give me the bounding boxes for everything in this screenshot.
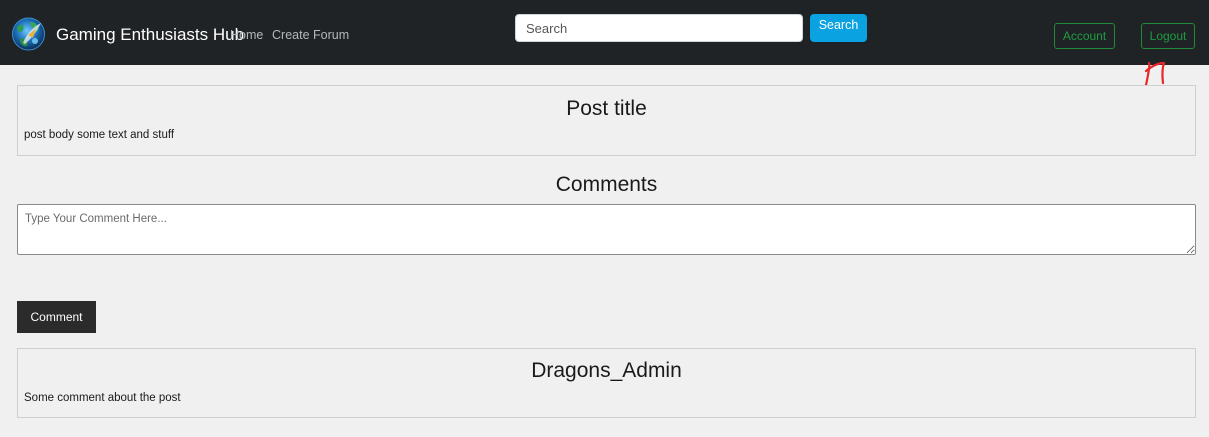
navbar: Gaming Enthusiasts Hub Home Create Forum… <box>0 0 1209 65</box>
comment-card: Dragons_Admin Some comment about the pos… <box>17 348 1196 418</box>
search-input[interactable] <box>515 14 803 42</box>
post-title: Post title <box>566 97 647 120</box>
brand-logo-icon[interactable] <box>11 13 46 55</box>
logout-button[interactable]: Logout <box>1141 23 1195 49</box>
comment-submit-button[interactable]: Comment <box>17 301 96 333</box>
search-button[interactable]: Search <box>810 14 867 42</box>
post-card: Post title post body some text and stuff <box>17 85 1196 156</box>
comments-heading: Comments <box>555 173 658 196</box>
account-button[interactable]: Account <box>1054 23 1115 49</box>
comment-text: Some comment about the post <box>24 392 181 404</box>
nav-link-create-forum[interactable]: Create Forum <box>272 27 349 43</box>
post-body: post body some text and stuff <box>24 129 175 141</box>
nav-link-home[interactable]: Home <box>230 27 263 43</box>
comment-input[interactable] <box>17 204 1196 255</box>
brand-title[interactable]: Gaming Enthusiasts Hub <box>56 25 244 45</box>
comment-author: Dragons_Admin <box>531 359 682 382</box>
